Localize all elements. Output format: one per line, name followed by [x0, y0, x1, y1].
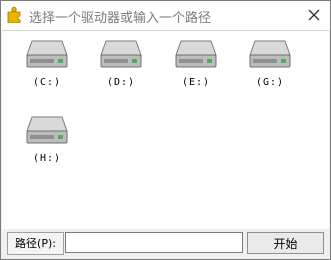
- start-button[interactable]: 开始: [247, 232, 324, 254]
- drive-item-d[interactable]: (D:): [93, 39, 149, 95]
- drive-label: (C:): [32, 77, 62, 88]
- drive-item-e[interactable]: (E:): [168, 39, 224, 95]
- drive-item-h[interactable]: (H:): [19, 115, 75, 171]
- path-bar: 路径(P): 开始: [2, 229, 329, 259]
- drive-label: (E:): [181, 77, 211, 88]
- drive-label: (H:): [32, 153, 62, 164]
- drive-label: (D:): [106, 77, 136, 88]
- drive-item-g[interactable]: (G:): [242, 39, 298, 95]
- puzzle-icon: [7, 6, 21, 23]
- drive-label: (G:): [255, 77, 285, 88]
- close-icon[interactable]: [304, 5, 324, 25]
- window-title: 选择一个驱动器或输入一个路径: [29, 11, 212, 26]
- drive-icon: [100, 40, 142, 68]
- path-label: 路径(P):: [7, 232, 64, 255]
- path-input[interactable]: [65, 232, 243, 253]
- title-bar: 选择一个驱动器或输入一个路径: [1, 1, 330, 30]
- drive-icon: [175, 40, 217, 68]
- drive-icon: [26, 40, 68, 68]
- drive-icon: [26, 116, 68, 144]
- drive-item-c[interactable]: (C:): [19, 39, 75, 95]
- drive-list: (C:) (D:) (E:) (G:) (H:): [2, 30, 329, 229]
- dialog-window: 选择一个驱动器或输入一个路径 (C:) (D:) (E:) (G:) (H:) …: [0, 0, 331, 260]
- drive-icon: [249, 40, 291, 68]
